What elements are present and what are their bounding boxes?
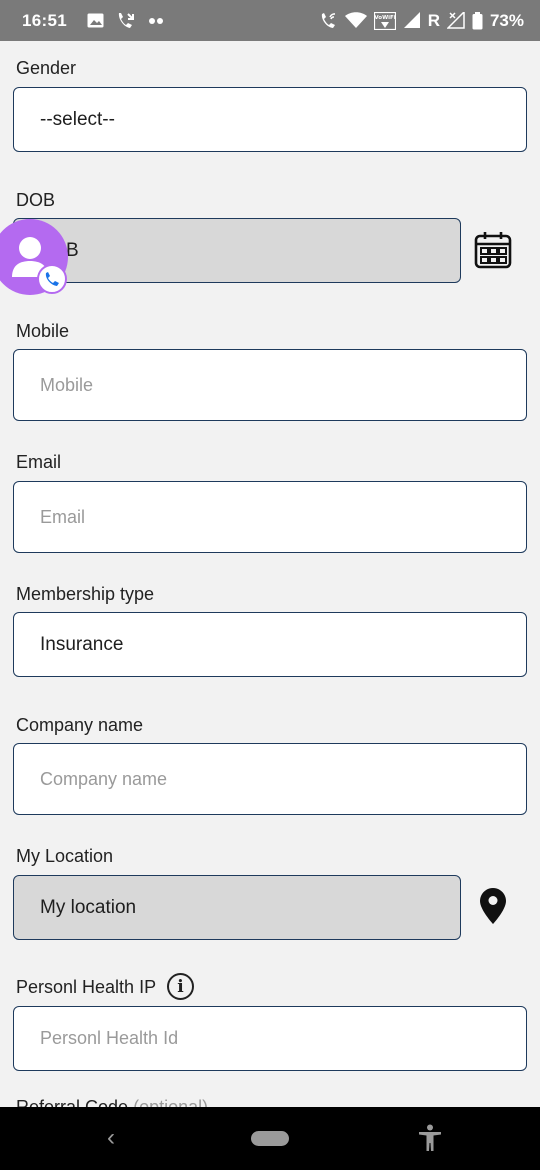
email-input[interactable]: Email <box>13 481 527 553</box>
company-name-input[interactable]: Company name <box>13 743 527 815</box>
email-placeholder: Email <box>40 506 86 527</box>
health-id-label: Personl Health IP <box>16 977 157 997</box>
referral-code-label: Referral Code (optional) <box>16 1098 208 1107</box>
no-signal-icon <box>446 12 465 29</box>
vowifi-icon: VoWiFi <box>373 11 396 30</box>
phone-badge-icon <box>37 264 67 294</box>
status-time: 16:51 <box>22 10 67 30</box>
info-icon[interactable]: i <box>167 973 194 1000</box>
gender-label: Gender <box>16 58 77 78</box>
calendar-icon[interactable] <box>474 231 512 269</box>
my-location-label: My Location <box>16 846 114 866</box>
signal-icon <box>403 12 421 29</box>
battery-percent: 73% <box>489 10 524 30</box>
mobile-placeholder: Mobile <box>40 374 94 395</box>
status-left-icons <box>87 12 164 30</box>
my-location-field[interactable]: My location <box>13 875 461 940</box>
membership-type-label: Membership type <box>16 584 155 604</box>
email-label: Email <box>16 452 62 472</box>
membership-type-select[interactable]: Insurance <box>13 612 527 677</box>
image-icon <box>87 13 104 28</box>
company-name-placeholder: Company name <box>40 768 168 789</box>
referral-code-label-text: Referral Code <box>16 1098 128 1107</box>
membership-type-value: Insurance <box>40 633 124 655</box>
contact-bubble-icon[interactable] <box>0 219 68 295</box>
my-location-value: My location <box>40 896 137 918</box>
health-id-placeholder: Personl Health Id <box>40 1028 179 1048</box>
battery-icon <box>472 11 483 30</box>
mobile-input[interactable]: Mobile <box>13 349 527 421</box>
navigation-bar: ‹ <box>0 1107 540 1170</box>
health-id-input[interactable]: Personl Health Id <box>13 1006 527 1071</box>
missed-call-icon <box>116 12 136 30</box>
more-dots-icon <box>148 17 164 25</box>
company-name-label: Company name <box>16 715 144 735</box>
status-right-icons: VoWiFi R 73% <box>320 11 524 31</box>
wifi-calling-icon <box>320 12 338 30</box>
roaming-icon: R <box>427 10 440 30</box>
dob-label: DOB <box>16 190 56 210</box>
location-pin-icon[interactable] <box>480 888 506 924</box>
mobile-label: Mobile <box>16 321 70 341</box>
referral-optional-text: (optional) <box>133 1098 208 1107</box>
home-pill-button[interactable] <box>251 1131 289 1146</box>
accessibility-icon[interactable] <box>416 1123 444 1153</box>
gender-select-value: --select-- <box>40 108 115 130</box>
svg-text:VoWiFi: VoWiFi <box>374 15 395 21</box>
dob-field[interactable]: B <box>13 218 461 283</box>
wifi-icon <box>344 12 367 29</box>
gender-select[interactable]: --select-- <box>13 87 527 152</box>
back-icon[interactable]: ‹ <box>100 1124 122 1152</box>
info-icon-glyph: i <box>177 976 184 997</box>
back-glyph: ‹ <box>107 1124 115 1151</box>
status-bar: 16:51 VoWiFi R 73% <box>0 0 540 41</box>
